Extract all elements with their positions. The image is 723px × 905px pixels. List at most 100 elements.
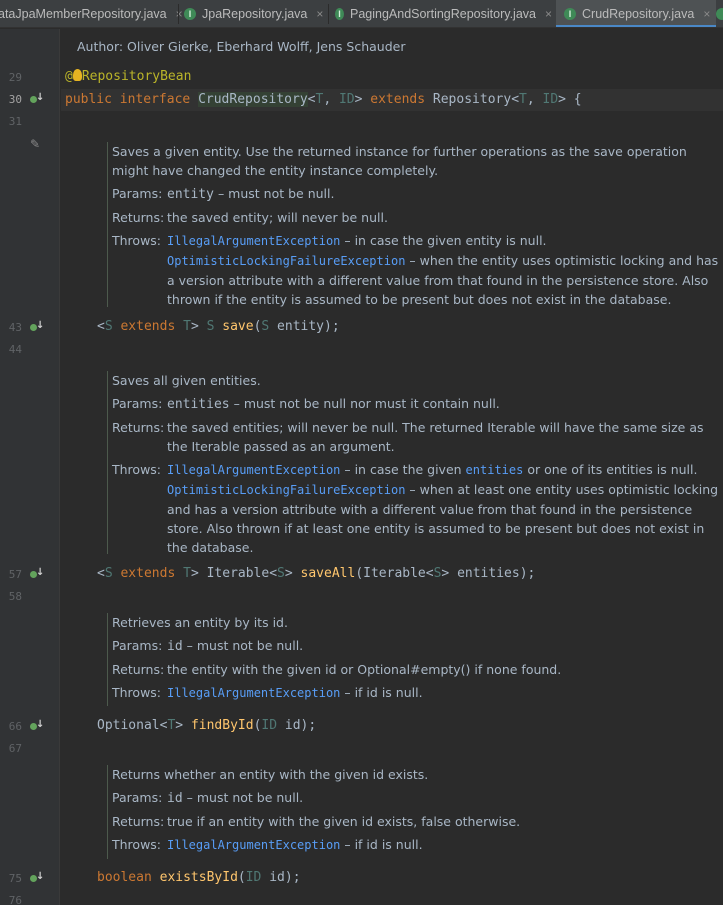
implemented-method-icon[interactable]: ↓ bbox=[28, 92, 44, 107]
type-param: ID bbox=[338, 92, 355, 107]
doc-text: true if an entity with the given id exis… bbox=[167, 814, 521, 829]
javadoc-save: Saves a given entity. Use the returned i… bbox=[107, 142, 719, 307]
code-token: > { bbox=[558, 92, 582, 107]
interface-name: CrudRepository bbox=[198, 92, 308, 107]
tab-paging-and-sorting-repository[interactable]: I PagingAndSortingRepository.java × bbox=[335, 0, 552, 27]
tab-label: ataJpaMemberRepository.java bbox=[0, 7, 167, 21]
exception-link[interactable]: IllegalArgumentException bbox=[167, 686, 340, 700]
code-token: ( bbox=[237, 870, 246, 885]
doc-params: Params: entities – must not be null nor … bbox=[112, 394, 719, 414]
line-number: 43 bbox=[8, 321, 22, 334]
param-name: id bbox=[167, 791, 183, 806]
tab-divider bbox=[328, 4, 329, 24]
tab-crud-repository[interactable]: I CrudRepository.java × bbox=[556, 0, 716, 27]
interface-icon bbox=[716, 8, 723, 20]
exception-link[interactable]: IllegalArgumentException bbox=[167, 234, 340, 248]
method-name: existsById bbox=[159, 870, 238, 885]
doc-returns: Returns: the saved entities; will never … bbox=[112, 418, 719, 456]
doc-label: Params: bbox=[112, 638, 163, 653]
doc-label: Returns: bbox=[112, 420, 165, 435]
editor-tab-bar: ataJpaMemberRepository.java × I JpaRepos… bbox=[0, 0, 723, 28]
type-param: T bbox=[183, 319, 191, 334]
doc-text: or one of its entities is null. bbox=[523, 462, 698, 477]
doc-description: Saves a given entity. Use the returned i… bbox=[112, 144, 687, 178]
tab-label: PagingAndSortingRepository.java bbox=[349, 7, 536, 21]
doc-throws: Throws: IllegalArgumentException – if id… bbox=[112, 835, 719, 855]
exception-link[interactable]: IllegalArgumentException bbox=[167, 838, 340, 852]
doc-params: Params: entity – must not be null. bbox=[112, 184, 719, 204]
code-token: < bbox=[97, 566, 105, 581]
code-token: (Iterable< bbox=[355, 566, 434, 581]
close-icon[interactable]: × bbox=[545, 7, 552, 21]
doc-returns: Returns: the entity with the given id or… bbox=[112, 660, 719, 679]
doc-throws: Throws: IllegalArgumentException – in ca… bbox=[112, 460, 719, 557]
lightbulb-icon[interactable] bbox=[72, 69, 82, 81]
method-name: saveAll bbox=[300, 566, 356, 581]
doc-label: Returns: bbox=[112, 210, 165, 225]
type-param: ID bbox=[542, 92, 559, 107]
code-token: < bbox=[97, 319, 105, 334]
type-param: S bbox=[104, 566, 113, 581]
doc-returns: Returns: true if an entity with the give… bbox=[112, 812, 719, 831]
tab-label: JpaRepository.java bbox=[202, 7, 308, 21]
exception-link[interactable]: OptimisticLockingFailureException bbox=[167, 254, 405, 268]
exception-link[interactable]: IllegalArgumentException bbox=[167, 463, 340, 477]
doc-throws: Throws: IllegalArgumentException – in ca… bbox=[112, 231, 719, 309]
method-name: save bbox=[222, 319, 254, 334]
line-number: 58 bbox=[8, 590, 22, 603]
close-icon[interactable]: × bbox=[316, 7, 323, 21]
javadoc-existsbyid: Returns whether an entity with the given… bbox=[107, 765, 719, 859]
doc-text: – in case the given bbox=[340, 462, 466, 477]
implemented-method-icon[interactable]: ↓ bbox=[28, 871, 44, 886]
doc-returns: Returns: the saved entity; will never be… bbox=[112, 208, 719, 227]
doc-text: the saved entities; will never be null. … bbox=[167, 420, 704, 454]
type-param: S bbox=[277, 566, 285, 581]
interface-icon: I bbox=[184, 8, 196, 20]
implemented-method-icon[interactable]: ↓ bbox=[28, 567, 44, 582]
keyword-interface: interface bbox=[119, 92, 191, 107]
tab-datajpa-member-repository[interactable]: ataJpaMemberRepository.java × bbox=[0, 0, 183, 27]
doc-description: Retrieves an entity by its id. bbox=[112, 615, 288, 630]
line-number: 44 bbox=[8, 343, 22, 356]
keyword-boolean: boolean bbox=[97, 870, 152, 885]
type-param: T bbox=[183, 566, 191, 581]
doc-label: Params: bbox=[112, 790, 163, 805]
keyword-extends: extends bbox=[370, 92, 426, 107]
line-number: 75 bbox=[8, 872, 22, 885]
code-line-saveall: <S extends T> Iterable<S> saveAll(Iterab… bbox=[97, 566, 535, 581]
doc-text: – must not be null. bbox=[182, 638, 304, 653]
code-token: > bbox=[354, 92, 363, 107]
implemented-method-icon[interactable]: ↓ bbox=[28, 320, 44, 335]
doc-text: the entity with the given id or Optional… bbox=[167, 662, 562, 677]
edit-doc-icon[interactable]: ✎ bbox=[30, 137, 44, 151]
close-icon[interactable]: × bbox=[703, 7, 710, 21]
code-token: > entities); bbox=[441, 566, 536, 581]
type-param: ID bbox=[245, 870, 262, 885]
code-line-existsbyid: boolean existsById(ID id); bbox=[97, 870, 301, 885]
code-token: id); bbox=[261, 870, 301, 885]
doc-text: – if id is null. bbox=[340, 685, 423, 700]
code-token: > bbox=[284, 566, 301, 581]
doc-description: Saves all given entities. bbox=[112, 373, 261, 388]
line-number: 31 bbox=[8, 115, 22, 128]
type-param: S bbox=[206, 319, 215, 334]
type-param: S bbox=[104, 319, 113, 334]
close-icon[interactable]: × bbox=[176, 7, 183, 21]
code-token: < bbox=[511, 92, 520, 107]
type-param: ID bbox=[261, 718, 278, 733]
editor-gutter: 29 30 ↓ 31 ✎ 43 ↓ 44 57 ↓ 58 66 ↓ 67 75 … bbox=[0, 29, 60, 905]
code-editor[interactable]: Author: Oliver Gierke, Eberhard Wolff, J… bbox=[61, 29, 723, 905]
tab-divider bbox=[178, 4, 179, 24]
implemented-method-icon[interactable]: ↓ bbox=[28, 719, 44, 734]
tab-jpa-repository[interactable]: I JpaRepository.java × bbox=[184, 0, 324, 27]
tab-overflow[interactable] bbox=[716, 0, 723, 27]
param-link[interactable]: entities bbox=[466, 463, 524, 477]
code-line-annotation: @ RepositoryBean bbox=[65, 69, 191, 84]
annotation-at: @ bbox=[65, 69, 73, 84]
line-number: 30 bbox=[8, 93, 22, 106]
doc-label: Throws: bbox=[112, 685, 162, 700]
doc-label: Params: bbox=[112, 396, 163, 411]
doc-authors: Author: Oliver Gierke, Eberhard Wolff, J… bbox=[77, 39, 406, 54]
doc-label: Throws: bbox=[112, 233, 162, 248]
exception-link[interactable]: OptimisticLockingFailureException bbox=[167, 483, 405, 497]
